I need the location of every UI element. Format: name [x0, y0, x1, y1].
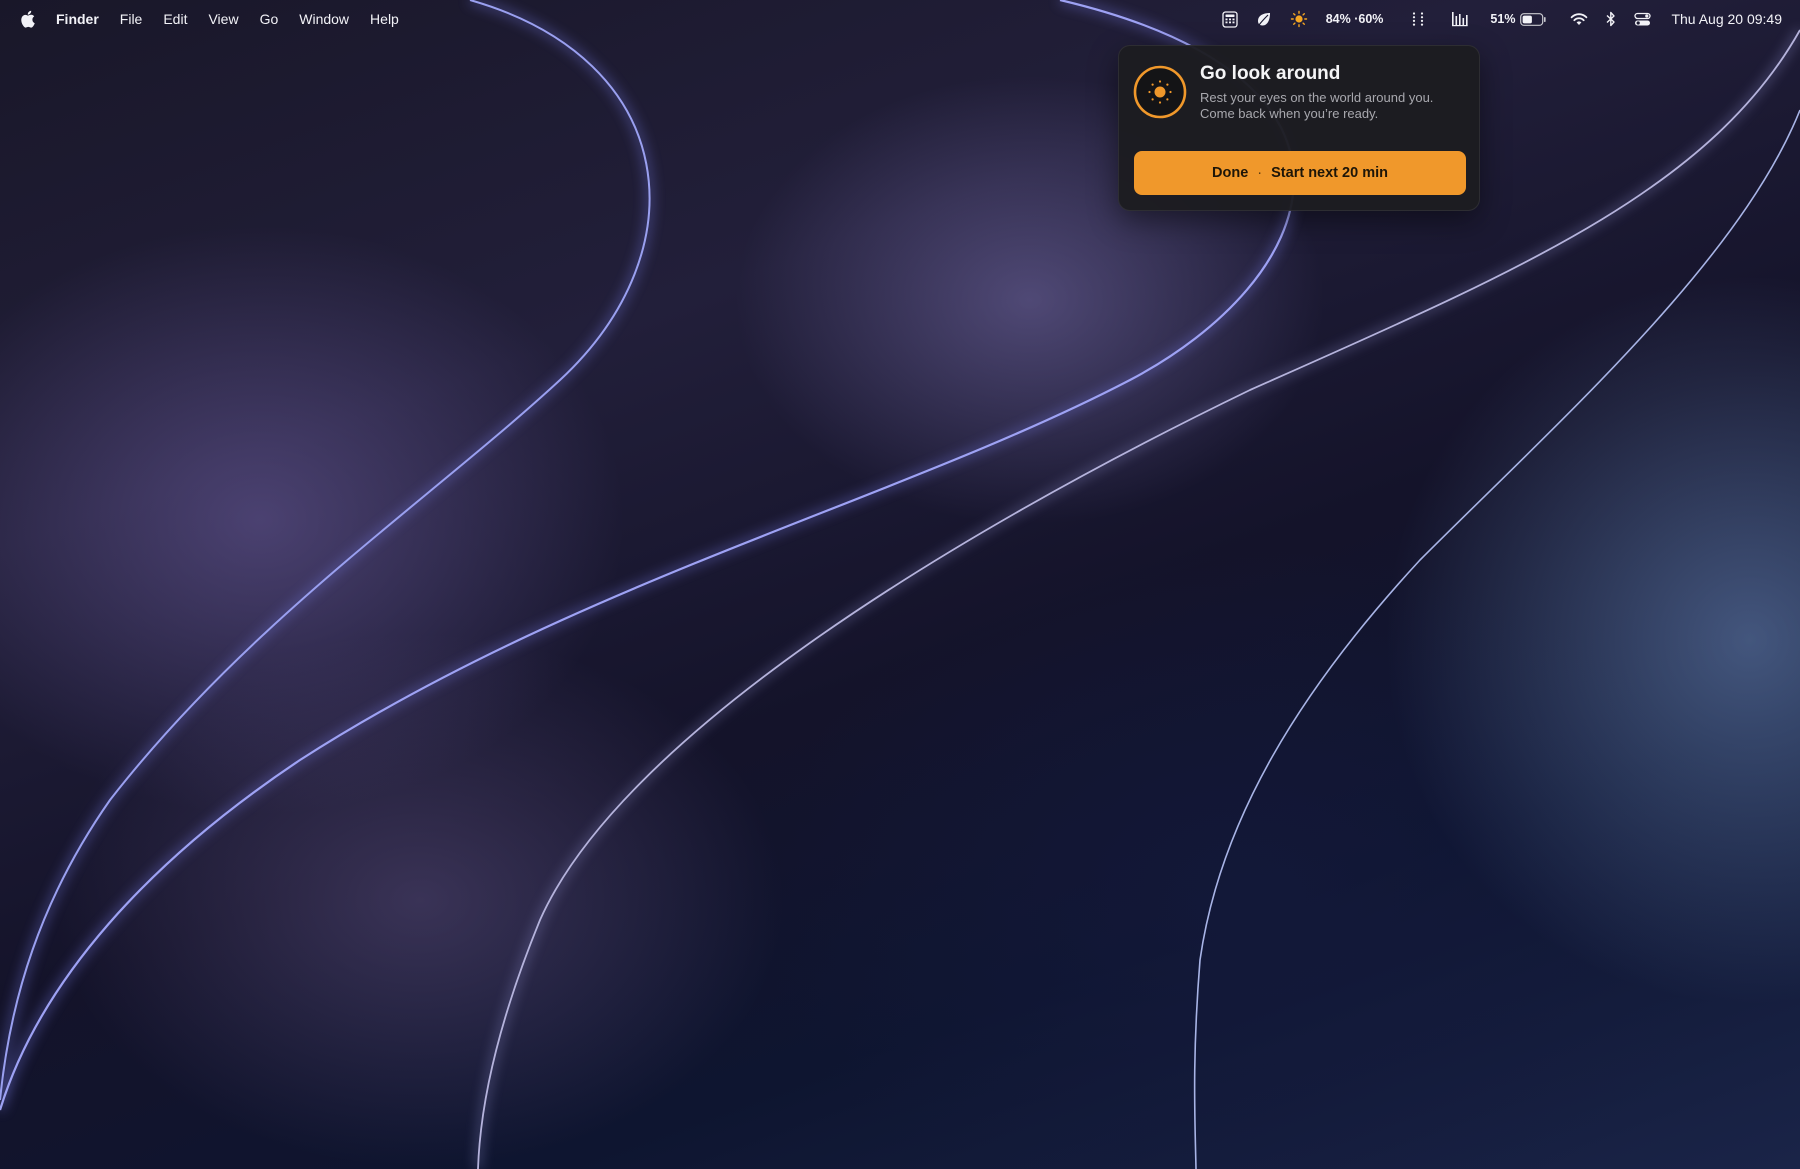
- menu-bar: Finder File Edit View Go Window Help 84%…: [0, 0, 1800, 38]
- menu-help[interactable]: Help: [370, 11, 399, 27]
- popup-title: Go look around: [1200, 63, 1341, 84]
- desktop-wallpaper: [0, 0, 1800, 1169]
- wifi-icon[interactable]: [1570, 8, 1588, 30]
- button-separator: ·: [1257, 165, 1263, 181]
- popup-message: Rest your eyes on the world around you. …: [1200, 90, 1470, 122]
- menu-bar-left: Finder File Edit View Go Window Help: [0, 0, 420, 38]
- bluetooth-icon[interactable]: [1606, 8, 1616, 30]
- wallpaper-waves: [0, 0, 1800, 1169]
- control-center-icon[interactable]: [1634, 8, 1652, 30]
- done-start-next-button[interactable]: Done · Start next 20 min: [1134, 151, 1466, 195]
- grid-dots-icon[interactable]: [1411, 8, 1425, 30]
- battery-icon[interactable]: [1520, 8, 1547, 30]
- battery-percent-text[interactable]: 51%: [1490, 8, 1515, 30]
- popup-message-line-1: Rest your eyes on the world around you.: [1200, 90, 1434, 105]
- leaf-icon[interactable]: [1256, 8, 1272, 30]
- button-done-label: Done: [1212, 165, 1249, 181]
- menu-app-finder[interactable]: Finder: [56, 11, 99, 27]
- sun-icon: [1133, 65, 1187, 119]
- menu-bar-clock[interactable]: Thu Aug 20 09:49: [1671, 8, 1782, 30]
- menu-file[interactable]: File: [120, 11, 143, 27]
- menu-window[interactable]: Window: [299, 11, 349, 27]
- audio-levels-icon[interactable]: [1451, 8, 1469, 30]
- apple-logo-icon[interactable]: [18, 9, 36, 29]
- menu-view[interactable]: View: [208, 11, 238, 27]
- break-reminder-popup: Go look around Rest your eyes on the wor…: [1118, 45, 1480, 211]
- popup-message-line-2: Come back when you’re ready.: [1200, 106, 1379, 121]
- display-levels-text[interactable]: 84% ·60%: [1326, 8, 1384, 30]
- button-next-label: Start next 20 min: [1271, 165, 1388, 181]
- menu-go[interactable]: Go: [260, 11, 279, 27]
- sun-icon[interactable]: [1290, 8, 1308, 30]
- menu-edit[interactable]: Edit: [163, 11, 187, 27]
- menu-bar-status-area: 84% ·60% 51% Thu Aug 20 09:49: [1204, 0, 1800, 38]
- calculator-icon[interactable]: [1222, 8, 1238, 30]
